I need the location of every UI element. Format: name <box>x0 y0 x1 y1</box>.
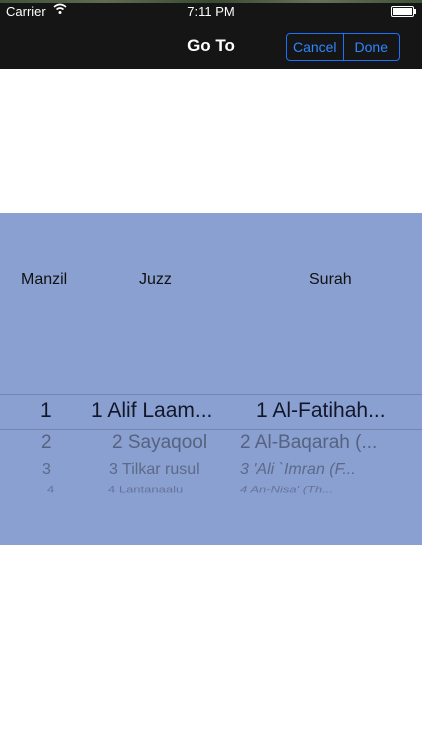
juzz-option-selected[interactable]: 1 Alif Laam... <box>91 399 212 423</box>
surah-column-header: Surah <box>309 271 352 288</box>
juzz-column-header: Juzz <box>139 271 172 288</box>
battery-icon <box>391 6 416 17</box>
cancel-done-control: Cancel Done <box>286 33 400 61</box>
juzz-option[interactable]: 4 Lantanaalu <box>108 484 183 495</box>
juzz-option[interactable]: 3 Tilkar rusul <box>109 461 200 479</box>
status-time: 7:11 PM <box>187 4 235 19</box>
surah-option[interactable]: 2 Al-Baqarah (... <box>240 432 377 454</box>
cancel-button[interactable]: Cancel <box>287 34 343 60</box>
manzil-option[interactable]: 4 <box>47 484 54 495</box>
done-button[interactable]: Done <box>342 34 400 60</box>
manzil-option[interactable]: 3 <box>42 461 51 479</box>
go-to-picker[interactable]: Manzil Juzz Surah 1 1 Alif Laam... 1 Al-… <box>0 213 422 545</box>
navigation-bar: Go To Cancel Done <box>0 22 422 69</box>
status-bar: Carrier 7:11 PM <box>0 0 422 22</box>
surah-option-selected[interactable]: 1 Al-Fatihah... <box>256 399 386 423</box>
manzil-column-header: Manzil <box>21 271 68 288</box>
surah-option[interactable]: 4 An-Nisa' (Th... <box>240 484 333 495</box>
manzil-option-selected[interactable]: 1 <box>40 399 52 423</box>
juzz-option[interactable]: 2 Sayaqool <box>112 432 207 454</box>
manzil-option[interactable]: 2 <box>41 432 52 454</box>
surah-option[interactable]: 3 'Ali `Imran (F... <box>240 461 356 479</box>
